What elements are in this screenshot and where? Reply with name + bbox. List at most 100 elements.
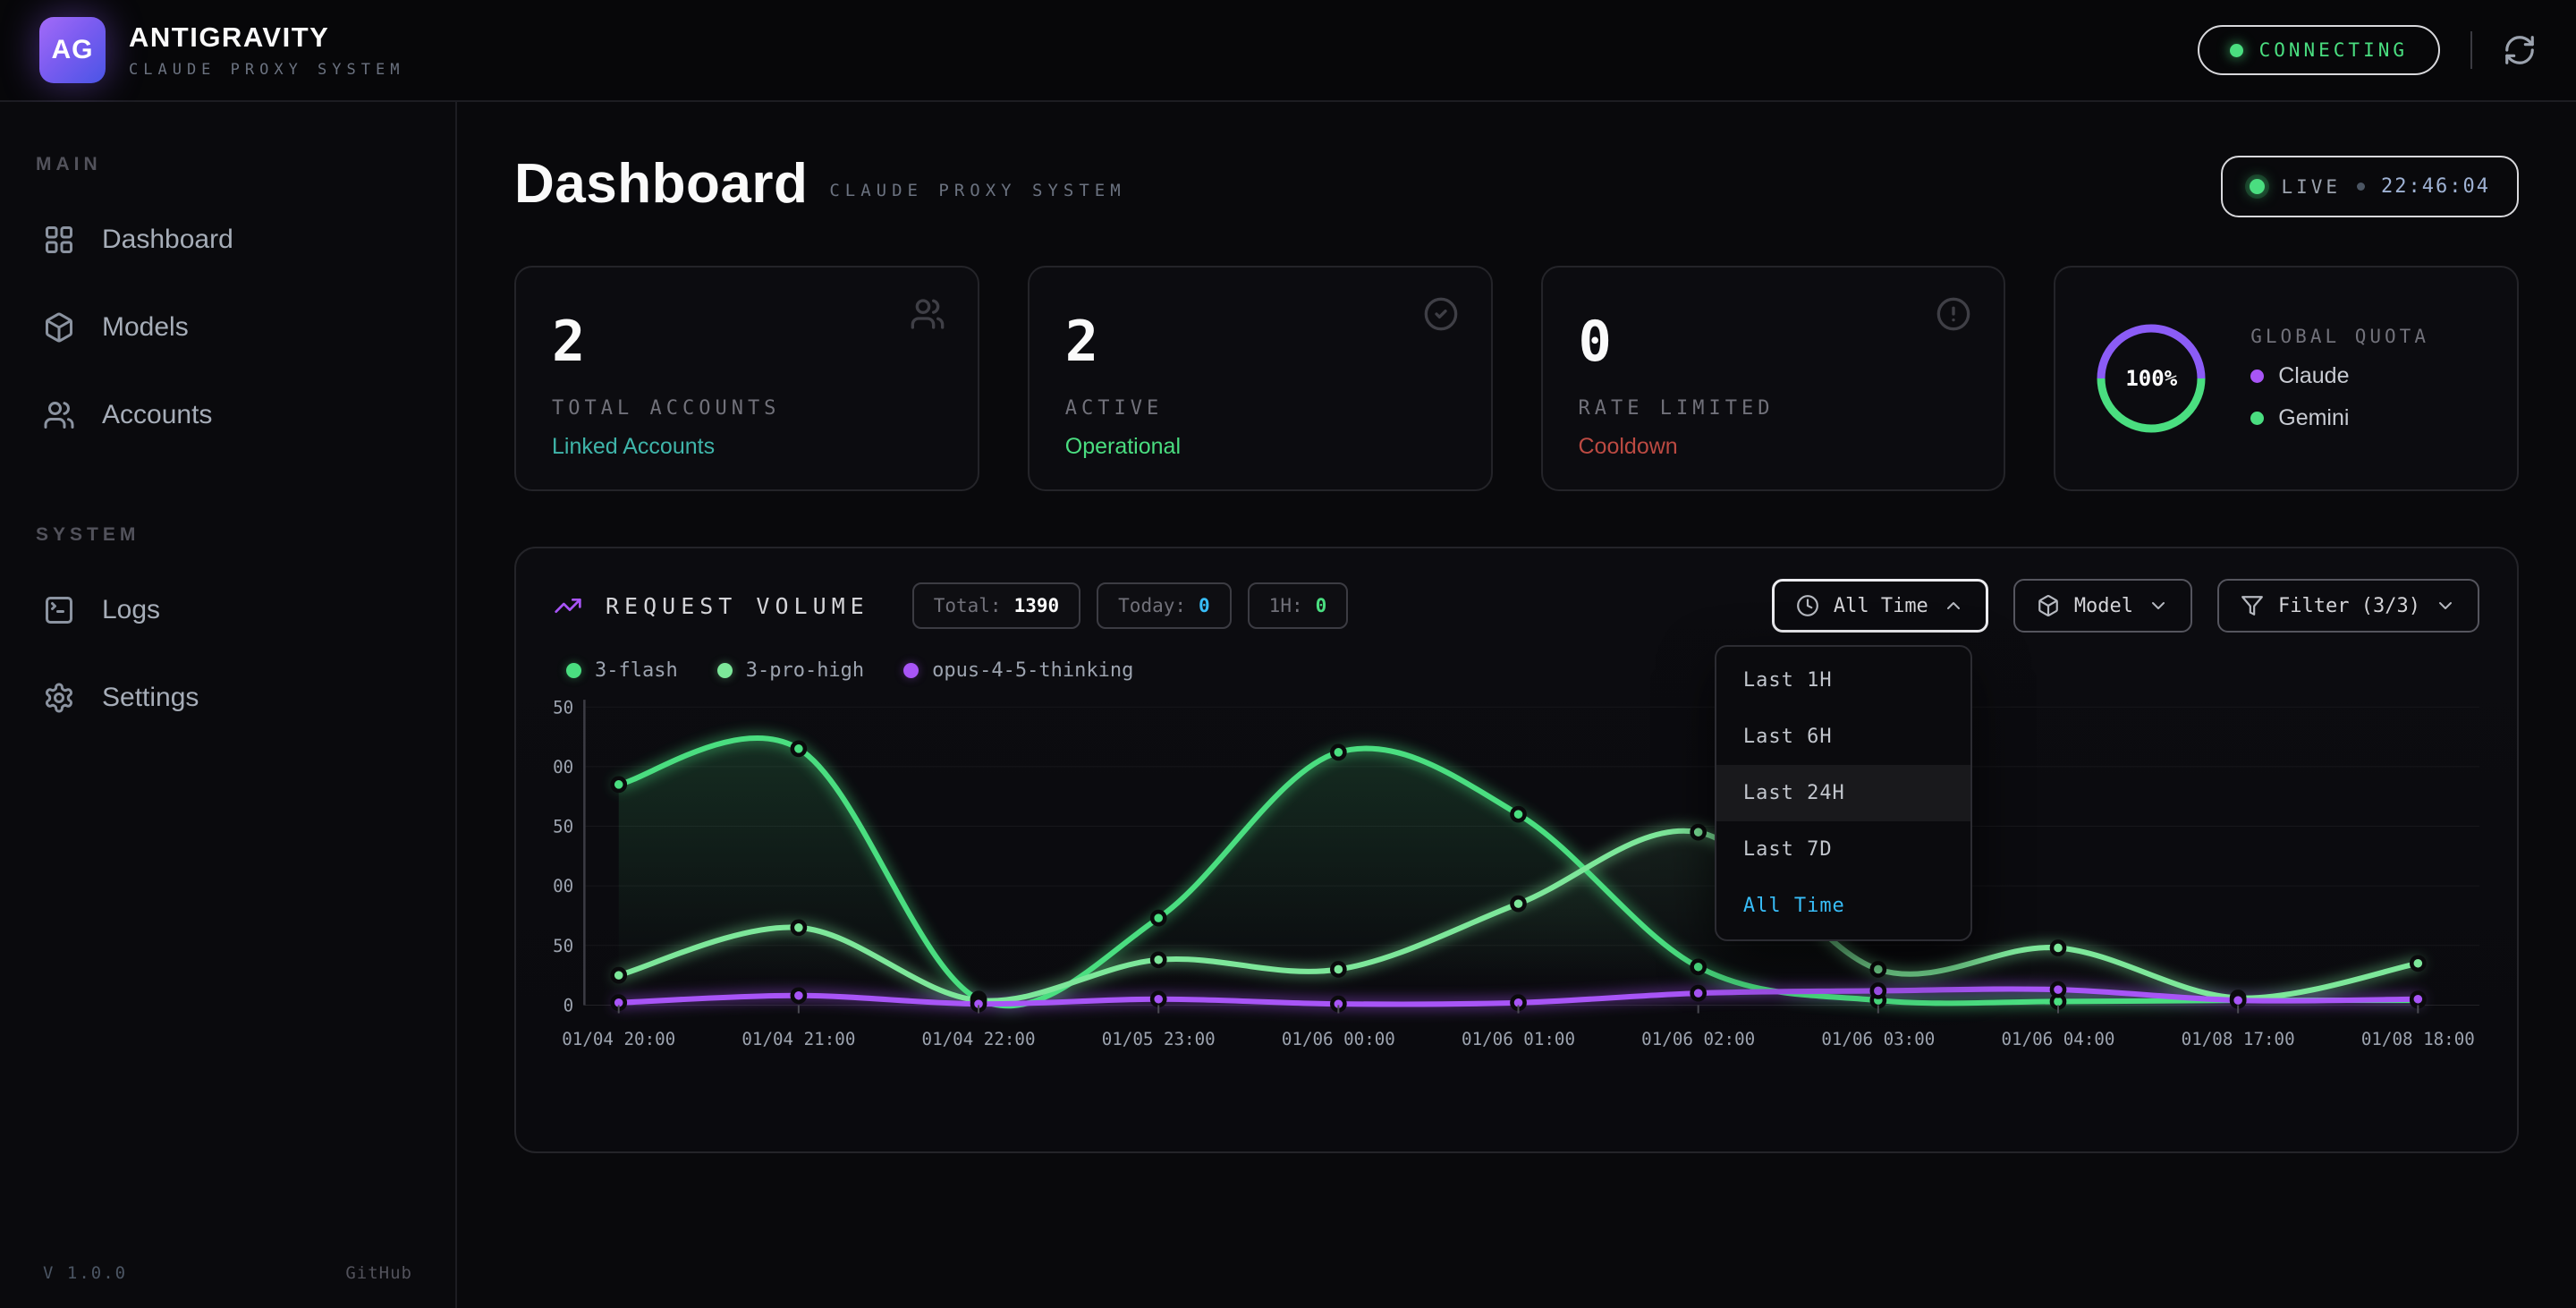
- svg-text:01/04 22:00: 01/04 22:00: [922, 1029, 1036, 1049]
- stat-value: 0: [1579, 309, 1969, 374]
- app-name: ANTIGRAVITY: [129, 21, 404, 54]
- chevron-up-icon: [1943, 595, 1964, 616]
- github-link[interactable]: GitHub: [345, 1263, 412, 1283]
- brand-block: ANTIGRAVITY CLAUDE PROXY SYSTEM: [129, 21, 404, 79]
- dropdown-item-last-1h[interactable]: Last 1H: [1716, 652, 1970, 709]
- alert-circle-icon: [1936, 296, 1971, 332]
- time-range-button[interactable]: All Time: [1772, 579, 1988, 633]
- svg-text:01/06 03:00: 01/06 03:00: [1821, 1029, 1935, 1049]
- sidebar-item-logs[interactable]: Logs: [30, 573, 425, 648]
- quota-ring: 100%: [2091, 319, 2211, 438]
- request-volume-chart: 05010015020025001/04 20:0001/04 21:0001/…: [554, 689, 2479, 1086]
- filter-button[interactable]: Filter (3/3): [2217, 579, 2479, 633]
- app-logo: AG: [39, 17, 106, 83]
- svg-text:01/04 21:00: 01/04 21:00: [741, 1029, 855, 1049]
- refresh-icon[interactable]: [2503, 33, 2537, 67]
- page-title: Dashboard: [514, 152, 808, 216]
- live-label: LIVE: [2281, 176, 2341, 198]
- sidebar-item-dashboard[interactable]: Dashboard: [30, 202, 425, 277]
- svg-text:50: 50: [554, 936, 573, 956]
- gemini-dot: [2250, 412, 2264, 425]
- chevron-down-icon: [2435, 595, 2456, 616]
- legend-label: 3-pro-high: [746, 659, 864, 682]
- stat-card-global-quota: 100% GLOBAL QUOTA Claude Gemini: [2054, 266, 2519, 491]
- sidebar-item-settings[interactable]: Settings: [30, 660, 425, 735]
- svg-text:01/06 04:00: 01/06 04:00: [2002, 1029, 2115, 1049]
- svg-text:01/08 17:00: 01/08 17:00: [2182, 1029, 2295, 1049]
- svg-text:150: 150: [554, 817, 573, 837]
- time-range-label: All Time: [1834, 595, 1928, 617]
- model-filter-button[interactable]: Model: [2013, 579, 2192, 633]
- main-content: Dashboard CLAUDE PROXY SYSTEM LIVE 22:46…: [457, 102, 2576, 1308]
- kpi-today: Today: 0: [1097, 582, 1232, 629]
- page-subtitle: CLAUDE PROXY SYSTEM: [829, 181, 1125, 200]
- legend-dot: [903, 663, 919, 678]
- quota-title: GLOBAL QUOTA: [2250, 326, 2429, 347]
- quota-percent: 100%: [2091, 319, 2211, 438]
- kpi-label: Today:: [1118, 595, 1186, 616]
- legend-dot: [566, 663, 581, 678]
- chevron-down-icon: [2148, 595, 2169, 616]
- gear-icon: [43, 682, 75, 714]
- stat-sub: Cooldown: [1579, 434, 1969, 460]
- sidebar-item-label: Dashboard: [102, 225, 233, 255]
- stat-label: ACTIVE: [1065, 397, 1455, 420]
- sidebar-item-label: Logs: [102, 595, 160, 625]
- connection-status-badge: CONNECTING: [2198, 25, 2440, 75]
- kpi-label: 1H:: [1269, 595, 1303, 616]
- claude-dot: [2250, 369, 2264, 383]
- stat-label: RATE LIMITED: [1579, 397, 1969, 420]
- kpi-total: Total: 1390: [912, 582, 1080, 629]
- quota-legend-gemini: Gemini: [2250, 405, 2429, 431]
- sidebar: MAIN Dashboard Models Accounts SY: [0, 102, 457, 1308]
- app-window: AG ANTIGRAVITY CLAUDE PROXY SYSTEM CONNE…: [0, 0, 2576, 1308]
- stat-sub: Operational: [1065, 434, 1455, 460]
- live-clock: 22:46:04: [2381, 175, 2490, 198]
- svg-text:01/06 01:00: 01/06 01:00: [1462, 1029, 1575, 1049]
- dropdown-item-all-time[interactable]: All Time: [1716, 878, 1970, 934]
- sidebar-section-main: MAIN: [36, 154, 419, 175]
- sidebar-footer: V 1.0.0 GitHub: [30, 1263, 425, 1283]
- top-header: AG ANTIGRAVITY CLAUDE PROXY SYSTEM CONNE…: [0, 0, 2576, 102]
- sidebar-section-system: SYSTEM: [36, 524, 419, 546]
- kpi-label: Total:: [934, 595, 1002, 616]
- stat-label: TOTAL ACCOUNTS: [552, 397, 942, 420]
- sidebar-item-models[interactable]: Models: [30, 290, 425, 365]
- sidebar-item-accounts[interactable]: Accounts: [30, 378, 425, 453]
- legend-label: 3-flash: [595, 659, 678, 682]
- stat-card-rate-limited: 0 RATE LIMITED Cooldown: [1541, 266, 2006, 491]
- chart-legend: 3-flash 3-pro-high opus-4-5-thinking: [566, 659, 2479, 682]
- svg-text:01/08 18:00: 01/08 18:00: [2361, 1029, 2475, 1049]
- svg-text:01/06 02:00: 01/06 02:00: [1641, 1029, 1755, 1049]
- box-icon: [2037, 594, 2060, 617]
- sidebar-item-label: Accounts: [102, 400, 212, 430]
- check-circle-icon: [1423, 296, 1459, 332]
- quota-legend-claude: Claude: [2250, 363, 2429, 389]
- dropdown-item-last-7d[interactable]: Last 7D: [1716, 821, 1970, 878]
- legend-item-opus-4-5-thinking: opus-4-5-thinking: [903, 659, 1133, 682]
- kpi-value: 1390: [1014, 595, 1060, 616]
- connection-status-text: CONNECTING: [2259, 39, 2408, 61]
- sidebar-item-label: Models: [102, 312, 189, 343]
- time-range-dropdown: Last 1H Last 6H Last 24H Last 7D All Tim…: [1715, 645, 1972, 941]
- dropdown-item-last-24h[interactable]: Last 24H: [1716, 765, 1970, 821]
- funnel-icon: [2241, 594, 2264, 617]
- trending-up-icon: [554, 591, 582, 620]
- header-divider: [2470, 31, 2472, 69]
- filter-button-label: Filter (3/3): [2278, 595, 2420, 617]
- users-icon: [43, 399, 75, 431]
- terminal-icon: [43, 594, 75, 626]
- chart-title: REQUEST VOLUME: [606, 593, 869, 619]
- svg-text:100: 100: [554, 876, 573, 896]
- version-label: V 1.0.0: [43, 1263, 127, 1283]
- cube-icon: [43, 311, 75, 344]
- stat-value: 2: [552, 309, 942, 374]
- stat-value: 2: [1065, 309, 1455, 374]
- svg-text:200: 200: [554, 757, 573, 777]
- dropdown-item-last-6h[interactable]: Last 6H: [1716, 709, 1970, 765]
- svg-text:250: 250: [554, 697, 573, 718]
- dot-separator: [2357, 183, 2365, 191]
- svg-text:0: 0: [564, 996, 574, 1016]
- kpi-1h: 1H: 0: [1248, 582, 1349, 629]
- model-button-label: Model: [2074, 595, 2133, 617]
